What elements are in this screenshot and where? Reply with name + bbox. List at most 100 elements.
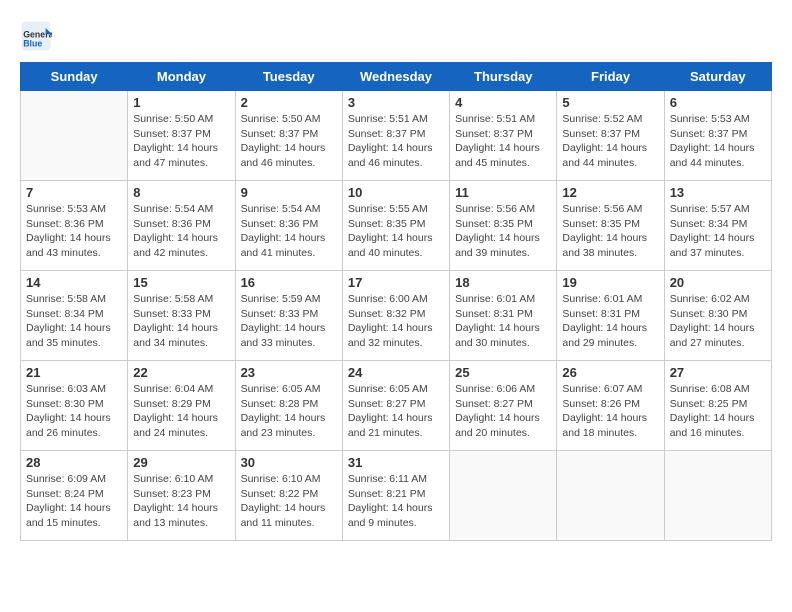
day-number: 27 xyxy=(670,365,766,380)
day-number: 9 xyxy=(241,185,337,200)
day-number: 29 xyxy=(133,455,229,470)
day-number: 16 xyxy=(241,275,337,290)
day-info: Sunrise: 5:53 AMSunset: 8:36 PMDaylight:… xyxy=(26,202,122,261)
day-number: 22 xyxy=(133,365,229,380)
day-info: Sunrise: 6:01 AMSunset: 8:31 PMDaylight:… xyxy=(562,292,658,351)
day-number: 28 xyxy=(26,455,122,470)
logo-icon: General Blue xyxy=(20,20,52,52)
calendar-cell: 27 Sunrise: 6:08 AMSunset: 8:25 PMDayligh… xyxy=(664,361,771,451)
day-number: 2 xyxy=(241,95,337,110)
calendar-cell: 31 Sunrise: 6:11 AMSunset: 8:21 PMDayligh… xyxy=(342,451,449,541)
day-info: Sunrise: 5:59 AMSunset: 8:33 PMDaylight:… xyxy=(241,292,337,351)
calendar-cell: 19 Sunrise: 6:01 AMSunset: 8:31 PMDayligh… xyxy=(557,271,664,361)
day-info: Sunrise: 6:10 AMSunset: 8:23 PMDaylight:… xyxy=(133,472,229,531)
day-info: Sunrise: 6:09 AMSunset: 8:24 PMDaylight:… xyxy=(26,472,122,531)
day-number: 26 xyxy=(562,365,658,380)
day-info: Sunrise: 6:06 AMSunset: 8:27 PMDaylight:… xyxy=(455,382,551,441)
page-header: General Blue xyxy=(20,20,772,52)
calendar-cell: 20Sunrise: 6:02 AMSunset: 8:30 PMDayligh… xyxy=(664,271,771,361)
day-number: 6 xyxy=(670,95,766,110)
week-row-4: 21 Sunrise: 6:03 AMSunset: 8:30 PMDayligh… xyxy=(21,361,772,451)
day-info: Sunrise: 6:10 AMSunset: 8:22 PMDaylight:… xyxy=(241,472,337,531)
calendar-cell: 5 Sunrise: 5:52 AMSunset: 8:37 PMDaylight… xyxy=(557,91,664,181)
calendar-cell: 15 Sunrise: 5:58 AMSunset: 8:33 PMDayligh… xyxy=(128,271,235,361)
day-info: Sunrise: 5:58 AMSunset: 8:33 PMDaylight:… xyxy=(133,292,229,351)
calendar-cell: 1Sunrise: 5:50 AMSunset: 8:37 PMDaylight… xyxy=(128,91,235,181)
weekday-header-monday: Monday xyxy=(128,63,235,91)
week-row-5: 28 Sunrise: 6:09 AMSunset: 8:24 PMDayligh… xyxy=(21,451,772,541)
day-number: 11 xyxy=(455,185,551,200)
day-info: Sunrise: 5:55 AMSunset: 8:35 PMDaylight:… xyxy=(348,202,444,261)
calendar-cell: 3 Sunrise: 5:51 AMSunset: 8:37 PMDaylight… xyxy=(342,91,449,181)
day-info: Sunrise: 6:11 AMSunset: 8:21 PMDaylight:… xyxy=(348,472,444,531)
day-info: Sunrise: 6:05 AMSunset: 8:28 PMDaylight:… xyxy=(241,382,337,441)
day-number: 8 xyxy=(133,185,229,200)
weekday-header-saturday: Saturday xyxy=(664,63,771,91)
day-number: 19 xyxy=(562,275,658,290)
weekday-header-sunday: Sunday xyxy=(21,63,128,91)
day-number: 3 xyxy=(348,95,444,110)
calendar-cell: 12 Sunrise: 5:56 AMSunset: 8:35 PMDayligh… xyxy=(557,181,664,271)
day-number: 10 xyxy=(348,185,444,200)
svg-text:Blue: Blue xyxy=(23,38,42,48)
calendar-cell: 29 Sunrise: 6:10 AMSunset: 8:23 PMDayligh… xyxy=(128,451,235,541)
day-number: 31 xyxy=(348,455,444,470)
calendar-cell: 21 Sunrise: 6:03 AMSunset: 8:30 PMDayligh… xyxy=(21,361,128,451)
day-number: 14 xyxy=(26,275,122,290)
calendar-cell xyxy=(664,451,771,541)
weekday-header-row: SundayMondayTuesdayWednesdayThursdayFrid… xyxy=(21,63,772,91)
calendar-cell: 4Sunrise: 5:51 AMSunset: 8:37 PMDaylight… xyxy=(450,91,557,181)
day-info: Sunrise: 5:50 AMSunset: 8:37 PMDaylight:… xyxy=(133,112,229,171)
day-info: Sunrise: 6:05 AMSunset: 8:27 PMDaylight:… xyxy=(348,382,444,441)
week-row-3: 14 Sunrise: 5:58 AMSunset: 8:34 PMDayligh… xyxy=(21,271,772,361)
calendar-cell: 18 Sunrise: 6:01 AMSunset: 8:31 PMDayligh… xyxy=(450,271,557,361)
day-number: 23 xyxy=(241,365,337,380)
calendar-cell: 23 Sunrise: 6:05 AMSunset: 8:28 PMDayligh… xyxy=(235,361,342,451)
day-number: 12 xyxy=(562,185,658,200)
day-number: 7 xyxy=(26,185,122,200)
calendar-table: SundayMondayTuesdayWednesdayThursdayFrid… xyxy=(20,62,772,541)
calendar-cell: 17 Sunrise: 6:00 AMSunset: 8:32 PMDayligh… xyxy=(342,271,449,361)
calendar-cell: 2Sunrise: 5:50 AMSunset: 8:37 PMDaylight… xyxy=(235,91,342,181)
day-number: 5 xyxy=(562,95,658,110)
day-number: 18 xyxy=(455,275,551,290)
calendar-cell: 28 Sunrise: 6:09 AMSunset: 8:24 PMDayligh… xyxy=(21,451,128,541)
calendar-cell: 22Sunrise: 6:04 AMSunset: 8:29 PMDayligh… xyxy=(128,361,235,451)
day-info: Sunrise: 5:54 AMSunset: 8:36 PMDaylight:… xyxy=(241,202,337,261)
calendar-cell: 13 Sunrise: 5:57 AMSunset: 8:34 PMDayligh… xyxy=(664,181,771,271)
day-info: Sunrise: 5:56 AMSunset: 8:35 PMDaylight:… xyxy=(455,202,551,261)
day-info: Sunrise: 5:53 AMSunset: 8:37 PMDaylight:… xyxy=(670,112,766,171)
day-number: 13 xyxy=(670,185,766,200)
day-info: Sunrise: 6:03 AMSunset: 8:30 PMDaylight:… xyxy=(26,382,122,441)
day-info: Sunrise: 5:52 AMSunset: 8:37 PMDaylight:… xyxy=(562,112,658,171)
calendar-cell: 16 Sunrise: 5:59 AMSunset: 8:33 PMDayligh… xyxy=(235,271,342,361)
day-number: 24 xyxy=(348,365,444,380)
calendar-cell: 26Sunrise: 6:07 AMSunset: 8:26 PMDayligh… xyxy=(557,361,664,451)
calendar-cell: 24 Sunrise: 6:05 AMSunset: 8:27 PMDayligh… xyxy=(342,361,449,451)
day-number: 17 xyxy=(348,275,444,290)
day-info: Sunrise: 5:51 AMSunset: 8:37 PMDaylight:… xyxy=(455,112,551,171)
day-info: Sunrise: 6:02 AMSunset: 8:30 PMDaylight:… xyxy=(670,292,766,351)
calendar-body: 1Sunrise: 5:50 AMSunset: 8:37 PMDaylight… xyxy=(21,91,772,541)
day-info: Sunrise: 5:51 AMSunset: 8:37 PMDaylight:… xyxy=(348,112,444,171)
calendar-cell: 9 Sunrise: 5:54 AMSunset: 8:36 PMDaylight… xyxy=(235,181,342,271)
calendar-cell xyxy=(21,91,128,181)
day-info: Sunrise: 6:00 AMSunset: 8:32 PMDaylight:… xyxy=(348,292,444,351)
weekday-header-friday: Friday xyxy=(557,63,664,91)
day-info: Sunrise: 6:08 AMSunset: 8:25 PMDaylight:… xyxy=(670,382,766,441)
day-info: Sunrise: 6:01 AMSunset: 8:31 PMDaylight:… xyxy=(455,292,551,351)
weekday-header-tuesday: Tuesday xyxy=(235,63,342,91)
logo: General Blue xyxy=(20,20,56,52)
day-number: 21 xyxy=(26,365,122,380)
calendar-cell: 30Sunrise: 6:10 AMSunset: 8:22 PMDayligh… xyxy=(235,451,342,541)
day-number: 15 xyxy=(133,275,229,290)
day-info: Sunrise: 5:57 AMSunset: 8:34 PMDaylight:… xyxy=(670,202,766,261)
day-info: Sunrise: 5:56 AMSunset: 8:35 PMDaylight:… xyxy=(562,202,658,261)
day-number: 25 xyxy=(455,365,551,380)
calendar-cell: 10 Sunrise: 5:55 AMSunset: 8:35 PMDayligh… xyxy=(342,181,449,271)
calendar-cell: 11 Sunrise: 5:56 AMSunset: 8:35 PMDayligh… xyxy=(450,181,557,271)
day-info: Sunrise: 5:58 AMSunset: 8:34 PMDaylight:… xyxy=(26,292,122,351)
calendar-cell: 25 Sunrise: 6:06 AMSunset: 8:27 PMDayligh… xyxy=(450,361,557,451)
weekday-header-wednesday: Wednesday xyxy=(342,63,449,91)
calendar-header: SundayMondayTuesdayWednesdayThursdayFrid… xyxy=(21,63,772,91)
